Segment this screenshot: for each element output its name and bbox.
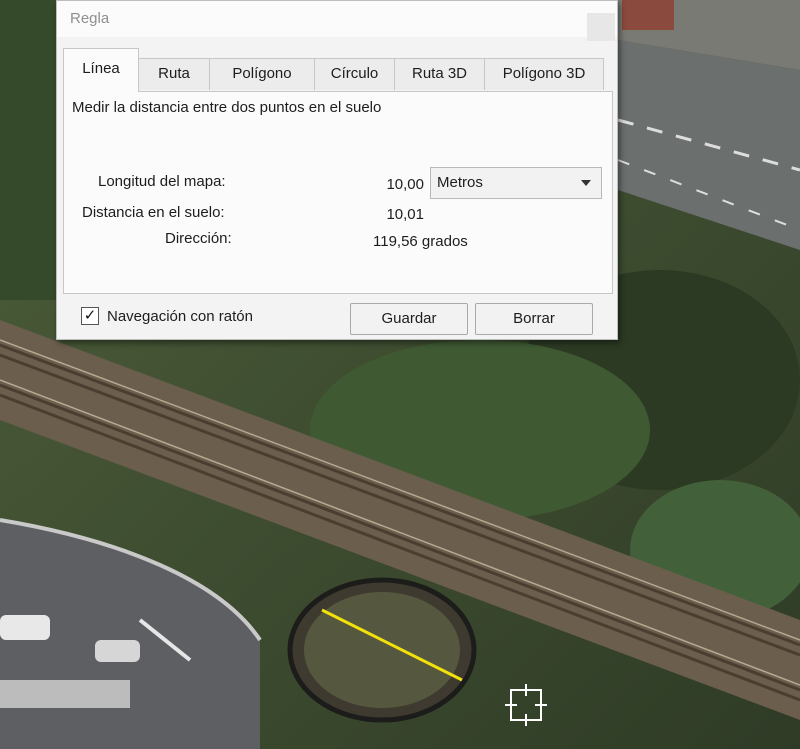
chevron-down-icon bbox=[581, 180, 591, 186]
tab-poligono[interactable]: Polígono bbox=[209, 58, 315, 90]
direction-value: 119,56 grados bbox=[373, 233, 468, 250]
tab-circulo[interactable]: Círculo bbox=[314, 58, 395, 90]
mouse-navigation-checkbox[interactable]: ✓ bbox=[81, 307, 99, 325]
mouse-navigation-label[interactable]: Navegación con ratón bbox=[107, 308, 253, 325]
clear-button[interactable]: Borrar bbox=[475, 303, 593, 335]
measure-panel: Medir la distancia entre dos puntos en e… bbox=[63, 91, 613, 294]
window-title: Regla bbox=[70, 10, 110, 27]
unit-select-value: Metros bbox=[437, 174, 483, 191]
panel-description: Medir la distancia entre dos puntos en e… bbox=[72, 99, 382, 116]
tab-linea[interactable]: Línea bbox=[63, 48, 139, 92]
ground-distance-value: 10,01 bbox=[386, 206, 424, 223]
direction-label: Dirección: bbox=[165, 230, 232, 247]
unit-select[interactable]: Metros bbox=[430, 167, 602, 199]
tab-poligono-3d[interactable]: Polígono 3D bbox=[484, 58, 604, 90]
save-button[interactable]: Guardar bbox=[350, 303, 468, 335]
title-bar[interactable]: Regla bbox=[57, 1, 617, 41]
dialog-footer: ✓ Navegación con ratón Guardar Borrar bbox=[57, 301, 617, 335]
close-button[interactable] bbox=[587, 13, 615, 41]
tab-ruta-3d[interactable]: Ruta 3D bbox=[394, 58, 485, 90]
ruler-dialog: Regla Línea Ruta Polígono Círculo Ruta 3… bbox=[56, 0, 618, 340]
ground-distance-label: Distancia en el suelo: bbox=[82, 204, 225, 221]
map-length-label: Longitud del mapa: bbox=[98, 173, 226, 190]
tab-bar: Línea Ruta Polígono Círculo Ruta 3D Polí… bbox=[63, 48, 615, 92]
map-length-value: 10,00 bbox=[386, 176, 424, 193]
tab-ruta[interactable]: Ruta bbox=[138, 58, 210, 90]
crosshair-cursor-icon bbox=[505, 684, 547, 726]
